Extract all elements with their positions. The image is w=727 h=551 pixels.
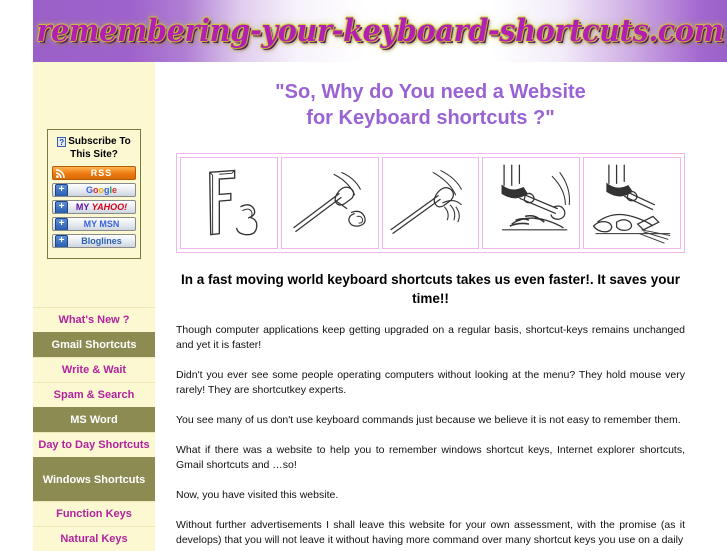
plus-icon: + [55, 218, 68, 230]
subscribe-google-button[interactable]: + Google [52, 183, 136, 197]
comic-panel-5 [583, 157, 681, 249]
hammer-strike-illustration [389, 169, 462, 235]
sidebar-item-gmail-shortcuts[interactable]: Gmail Shortcuts [33, 332, 155, 357]
question-mark-icon[interactable]: ? [57, 137, 67, 147]
subscribe-bloglines-button[interactable]: + Bloglines [52, 234, 136, 248]
lead-statement: In a fast moving world keyboard shortcut… [181, 272, 680, 306]
body-paragraph-2: Didn't you ever see some people operatin… [176, 369, 685, 396]
subscribe-my-yahoo-button[interactable]: + MY YAHOO! [52, 200, 136, 214]
comic-strip [176, 153, 685, 253]
smashed-keyboard-illustration [592, 164, 671, 244]
hand-holding-hammer-illustration [501, 164, 571, 231]
subscribe-rss-button[interactable]: RSS [52, 166, 136, 180]
page-title-line1: "So, Why do You need a Website [275, 81, 586, 103]
hammer-swing-illustration [292, 171, 366, 233]
body-paragraph-4: What if there was a website to help you … [176, 444, 685, 471]
subscribe-my-yahoo-label: MY YAHOO! [75, 202, 128, 212]
subscribe-my-msn-button[interactable]: + MY MSN [52, 217, 136, 231]
page-title-line2: for Keyboard shortcuts ?" [306, 107, 555, 129]
plus-icon: + [55, 235, 68, 247]
f3-key-illustration [209, 169, 258, 236]
body-paragraph-5: Now, you have visited this website. [176, 489, 339, 501]
sidebar-item-spam-and-search[interactable]: Spam & Search [33, 382, 155, 407]
page-title: "So, Why do You need a Website for Keybo… [168, 79, 693, 131]
sidebar-item-function-keys[interactable]: Function Keys [33, 501, 155, 526]
sidebar-item-whats-new[interactable]: What's New ? [33, 307, 155, 332]
subscribe-heading: ? Subscribe To This Site? [51, 135, 137, 161]
sidebar-item-windows-shortcuts[interactable]: Windows Shortcuts [33, 457, 155, 501]
rss-icon [53, 167, 68, 179]
sidebar-item-day-to-day-shortcuts[interactable]: Day to Day Shortcuts [33, 432, 155, 457]
plus-icon: + [55, 201, 68, 213]
body-paragraph-1: Though computer applications keep gettin… [176, 324, 685, 351]
comic-panel-1 [180, 157, 278, 249]
sidebar-item-ms-word[interactable]: MS Word [33, 407, 155, 432]
subscribe-heading-line1: Subscribe To [68, 136, 131, 147]
subscribe-bloglines-label: Bloglines [81, 236, 122, 246]
body-paragraph-6: Without further advertisements I shall l… [176, 519, 685, 546]
main-content: "So, Why do You need a Website for Keybo… [168, 62, 693, 546]
sidebar-item-natural-keys[interactable]: Natural Keys [33, 526, 155, 551]
comic-panel-3 [381, 157, 480, 249]
comic-panel-4 [482, 157, 581, 249]
subscribe-rss-label: RSS [90, 168, 113, 178]
sidebar-menu: What's New ? Gmail Shortcuts Write & Wai… [33, 307, 155, 551]
subscribe-heading-line2: This Site? [70, 149, 118, 160]
subscribe-my-msn-label: MY MSN [83, 219, 120, 229]
sidebar: ? Subscribe To This Site? RSS + Google + … [33, 62, 155, 551]
site-header-banner: remembering-your-keyboard-shortcuts.com [33, 0, 727, 62]
subscribe-google-label: Google [85, 185, 118, 195]
plus-icon: + [55, 184, 68, 196]
subscribe-box: ? Subscribe To This Site? RSS + Google + … [47, 129, 141, 259]
body-paragraph-3: You see many of us don't use keyboard co… [176, 414, 681, 426]
sidebar-item-write-and-wait[interactable]: Write & Wait [33, 357, 155, 382]
comic-panel-2 [280, 157, 379, 249]
site-title: remembering-your-keyboard-shortcuts.com [36, 13, 724, 49]
